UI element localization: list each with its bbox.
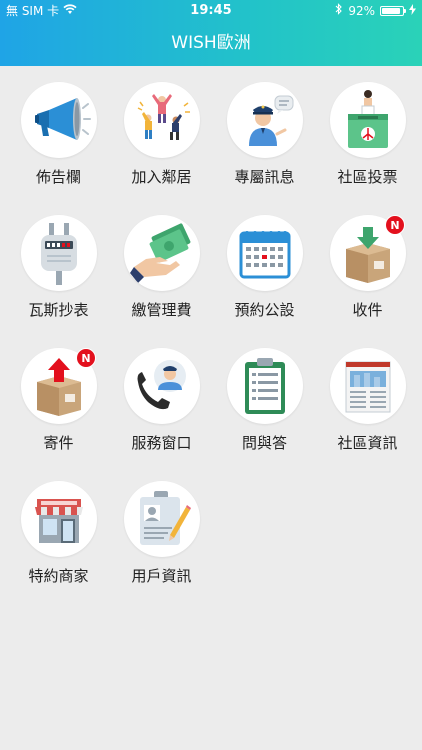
tile-management-fee[interactable]: 繳管理費 [110,215,213,348]
store-icon [34,499,83,543]
tile-user-info[interactable]: 用戶資訊 [110,481,213,614]
tile-label: 瓦斯抄表 [28,301,89,319]
calendar-icon [239,231,290,279]
bluetooth-icon [335,0,343,22]
tile-receive-package[interactable]: 收件 N [316,215,419,348]
tile-label: 特約商家 [28,567,89,585]
service-phone-icon [137,360,186,410]
tile-label: 收件 [352,301,383,319]
tile-icon-circle [123,348,200,424]
tile-label: 寄件 [43,434,74,452]
tile-icon-circle [123,82,200,158]
charging-icon [409,0,416,22]
tile-label: 預約公設 [234,301,295,319]
gas-meter-icon [40,223,77,285]
tile-icon-circle [329,82,406,158]
tile-add-neighbors[interactable]: 加入鄰居 [110,82,213,215]
tile-label: 社區投票 [337,168,398,186]
new-badge: N [385,215,405,235]
battery-icon [380,6,406,16]
tile-gas-meter[interactable]: 瓦斯抄表 [7,215,110,348]
status-bar: 無 SIM 卡 19:45 92% [0,0,422,22]
app-header: 無 SIM 卡 19:45 92% WISH歐洲 [0,0,422,66]
battery-fill [382,8,401,14]
new-badge: N [76,348,96,368]
tile-icon-circle [20,82,97,158]
tile-icon-circle [226,82,303,158]
user-card-icon [139,491,191,545]
tile-label: 用戶資訊 [131,567,192,585]
tile-label: 繳管理費 [131,301,192,319]
tile-community-vote[interactable]: 社區投票 [316,82,419,215]
tile-send-package[interactable]: 寄件 N [7,348,110,481]
tile-icon-circle [329,348,406,424]
tile-label: 佈告欄 [35,168,81,186]
tile-icon-circle [20,215,97,291]
newspaper-icon [345,361,390,413]
page-title: WISH歐洲 [171,33,251,53]
tile-icon-circle [226,348,303,424]
tile-private-messages[interactable]: 專屬訊息 [213,82,316,215]
tile-community-info[interactable]: 社區資訊 [316,348,419,481]
tile-icon-circle [20,481,97,557]
megaphone-icon [34,98,91,140]
tile-icon-circle [123,215,200,291]
faq-clipboard-icon [244,358,285,414]
tile-partner-stores[interactable]: 特約商家 [7,481,110,614]
tile-facility-booking[interactable]: 預約公設 [213,215,316,348]
tile-icon-circle [226,215,303,291]
tile-faq[interactable]: 問與答 [213,348,316,481]
tile-label: 問與答 [241,434,287,452]
tile-service-window[interactable]: 服務窗口 [110,348,213,481]
guard-message-icon [248,95,293,146]
ballot-box-icon [347,90,388,148]
cash-payment-icon [129,223,190,283]
tile-label: 服務窗口 [131,434,192,452]
tile-label: 社區資訊 [337,434,398,452]
battery-percent: 92% [348,4,375,18]
tile-icon-circle [123,481,200,557]
tile-bulletin-board[interactable]: 佈告欄 [7,82,110,215]
menu-grid: 佈告欄 加入鄰居 專屬訊息 社區投票 瓦斯抄表 繳管理費 預約公設 收件 N 寄… [0,82,422,614]
tile-label: 專屬訊息 [234,168,295,186]
neighbors-icon [137,94,190,140]
tile-label: 加入鄰居 [131,168,192,186]
